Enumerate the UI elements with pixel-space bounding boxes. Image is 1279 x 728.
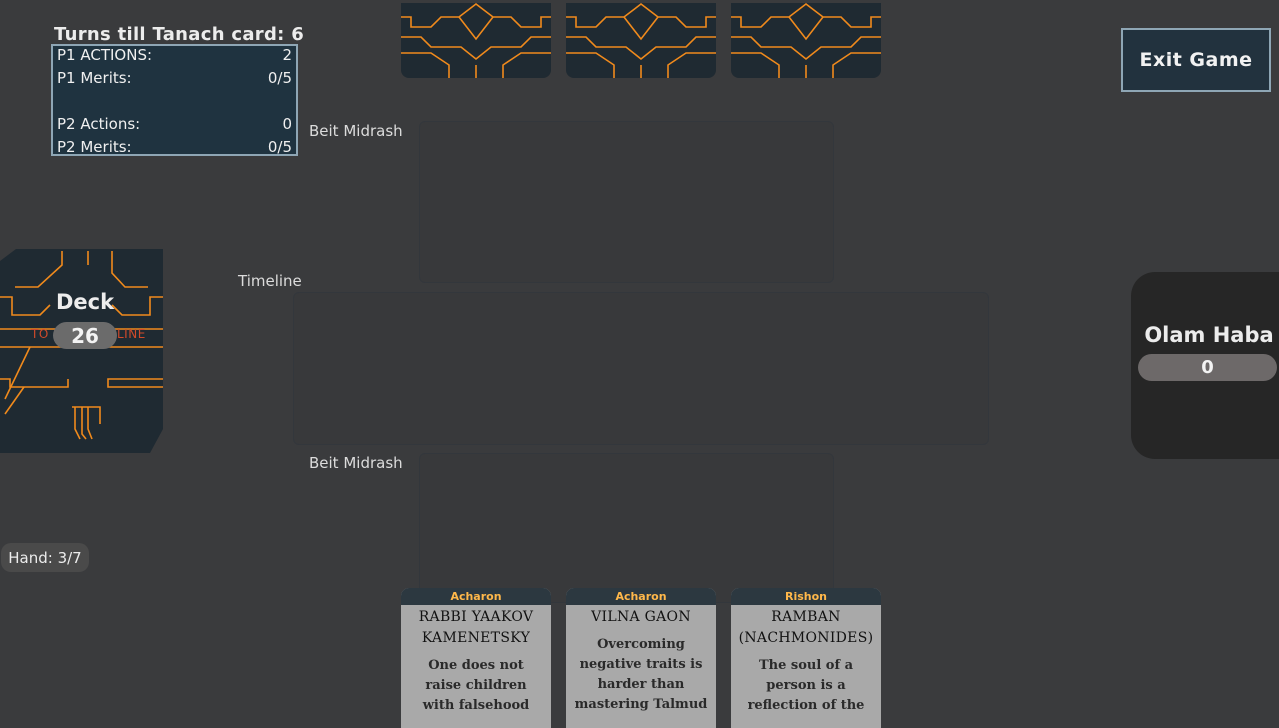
- card-quote: The soul of a person is a reflection of …: [747, 658, 865, 713]
- beit-midrash-player-label: Beit Midrash: [309, 454, 403, 472]
- circuit-pattern-icon: [401, 3, 551, 78]
- p1-merits-value: 0/5: [267, 69, 292, 87]
- p2-merits-value: 0/5: [267, 138, 292, 156]
- player-status-panel: P1 ACTIONS: 2 P1 Merits: 0/5 P2 Actions:…: [51, 44, 298, 156]
- p1-merits-row: P1 Merits: 0/5: [57, 69, 292, 89]
- deck-back-text-left: TO: [31, 327, 49, 341]
- p1-actions-row: P1 ACTIONS: 2: [57, 46, 292, 66]
- hand-card[interactable]: Acharon VILNA GAON Overcoming negative t…: [566, 588, 716, 728]
- card-name: RABBI YAAKOV KAMENETSKY: [418, 609, 534, 646]
- p2-actions-value: 0: [282, 115, 292, 133]
- hand-card[interactable]: Rishon RAMBAN (NACHMONIDES) The soul of …: [731, 588, 881, 728]
- card-name: RAMBAN (NACHMONIDES): [738, 609, 874, 646]
- deck-card-back-icon: [0, 249, 163, 453]
- beit-midrash-player-zone[interactable]: [419, 453, 834, 603]
- draw-deck[interactable]: [0, 249, 163, 453]
- timeline-zone[interactable]: [293, 292, 989, 445]
- card-quote: Overcoming negative traits is harder tha…: [574, 637, 708, 712]
- p1-actions-value: 2: [282, 46, 292, 64]
- opponent-card-back: [566, 3, 716, 78]
- card-name: VILNA GAON: [591, 609, 691, 625]
- card-era-label: Acharon: [566, 588, 716, 605]
- hand-count-badge: Hand: 3/7: [1, 543, 89, 572]
- deck-count-badge: 26: [53, 322, 117, 349]
- p2-actions-row: P2 Actions: 0: [57, 115, 292, 135]
- card-era-label: Acharon: [401, 588, 551, 605]
- beit-midrash-opponent-label: Beit Midrash: [309, 122, 403, 140]
- deck-title: Deck: [55, 290, 115, 314]
- p1-actions-label: P1 ACTIONS:: [57, 46, 153, 64]
- olam-haba-count-badge: 0: [1138, 354, 1277, 381]
- beit-midrash-opponent-zone[interactable]: [419, 121, 834, 283]
- p1-merits-label: P1 Merits:: [57, 69, 132, 87]
- exit-game-button[interactable]: Exit Game: [1121, 28, 1271, 92]
- opponent-card-back: [401, 3, 551, 78]
- opponent-card-back: [731, 3, 881, 78]
- olam-haba-title: Olam Haba: [1144, 323, 1274, 347]
- card-quote: One does not raise children with falseho…: [422, 658, 530, 713]
- turns-till-tanach-label: Turns till Tanach card: 6: [54, 24, 305, 45]
- hand-card[interactable]: Acharon RABBI YAAKOV KAMENETSKY One does…: [401, 588, 551, 728]
- timeline-label: Timeline: [238, 272, 302, 290]
- p2-actions-label: P2 Actions:: [57, 115, 141, 133]
- p2-merits-label: P2 Merits:: [57, 138, 132, 156]
- p2-merits-row: P2 Merits: 0/5: [57, 138, 292, 158]
- deck-back-text-right: LINE: [117, 327, 146, 341]
- circuit-pattern-icon: [731, 3, 881, 78]
- circuit-pattern-icon: [566, 3, 716, 78]
- card-era-label: Rishon: [731, 588, 881, 605]
